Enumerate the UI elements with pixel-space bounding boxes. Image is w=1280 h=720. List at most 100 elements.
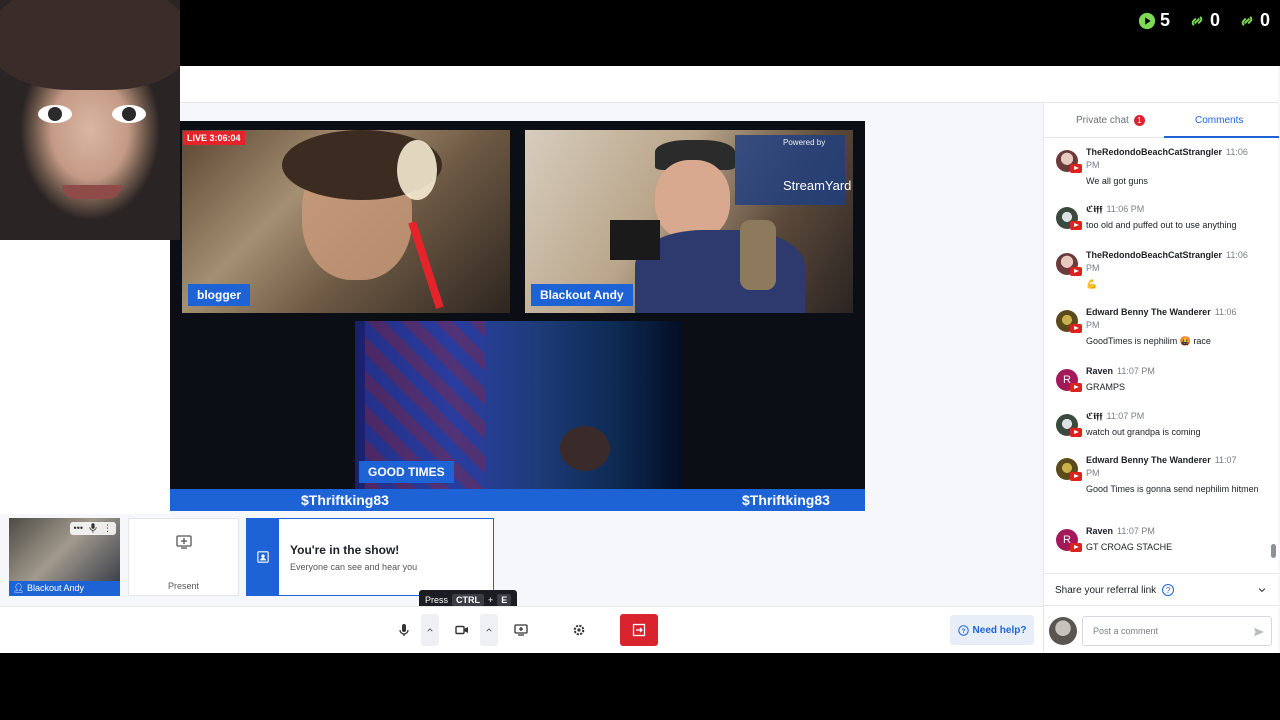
stream-stats: 5 0 0	[1138, 10, 1270, 31]
help-circle-icon: ?	[957, 624, 969, 636]
menu-icon[interactable]: ⋮	[103, 523, 112, 534]
webcam-overlay	[0, 0, 180, 240]
powered-by-text: Powered by	[783, 138, 826, 147]
face-shape	[655, 160, 730, 240]
comment-author-name: Edward Benny The Wanderer	[1086, 307, 1211, 317]
settings-button[interactable]	[565, 614, 593, 646]
eye-shape	[112, 105, 146, 123]
microphone-shape	[740, 220, 776, 290]
tooltip-key-ctrl: CTRL	[452, 593, 485, 606]
comment-time: 11:07 PM	[1117, 366, 1155, 376]
comment-text: GT CROAG STACHE	[1086, 542, 1173, 552]
comment-author-name: Edward Benny The Wanderer	[1086, 455, 1211, 465]
self-card-controls[interactable]: ••• ⋮	[69, 522, 116, 535]
comments-scrollbar[interactable]	[1270, 143, 1276, 558]
present-screen-icon	[175, 535, 192, 549]
youtube-icon	[1070, 164, 1082, 173]
share-screen-button[interactable]	[507, 614, 535, 646]
help-icon[interactable]: ?	[1162, 584, 1175, 596]
mouth-shape	[62, 185, 122, 199]
video-camera-icon	[455, 625, 468, 635]
comment-author-name: ℭ𝖎𝖋𝖋	[1086, 204, 1103, 214]
camera-button[interactable]	[448, 614, 476, 646]
studio-header	[180, 66, 1278, 103]
light-shape	[397, 140, 437, 200]
user-icon: 👤︎	[13, 583, 25, 593]
comment-time-suffix: PM	[1086, 468, 1100, 478]
youtube-icon	[1070, 543, 1082, 552]
streamyard-watermark: StreamYard	[783, 178, 852, 193]
post-comment-input[interactable]: Post a comment	[1082, 616, 1272, 646]
link-icon	[1241, 15, 1253, 26]
active-tab-indicator	[1164, 136, 1279, 138]
mic-options-button[interactable]	[421, 614, 439, 646]
self-name-text: Blackout Andy	[26, 583, 84, 593]
chat-panel: Private chat 1 Comments TheRedondoBeachC…	[1043, 103, 1279, 653]
links-stat-2: 0	[1238, 10, 1270, 31]
post-comment-placeholder: Post a comment	[1093, 626, 1159, 636]
comment-author: TheRedondoBeachCatStrangler 11:06 PM	[1086, 249, 1266, 275]
comment-time-suffix: PM	[1086, 263, 1100, 273]
present-button[interactable]: Present	[128, 518, 239, 596]
tab-comments[interactable]: Comments	[1195, 115, 1243, 126]
comment-author-name: Raven	[1086, 366, 1114, 376]
robe-shape	[635, 230, 805, 313]
chevron-down-icon[interactable]	[1257, 585, 1267, 595]
links-count-2: 0	[1259, 10, 1270, 30]
self-preview-card[interactable]: ••• ⋮ 👤︎ Blackout Andy	[9, 518, 120, 596]
avatar	[1049, 617, 1077, 645]
person-badge-icon	[257, 551, 269, 563]
play-icon	[1138, 12, 1156, 29]
comment-time-suffix: PM	[1086, 160, 1100, 170]
present-label: Present	[167, 581, 200, 591]
mute-button[interactable]	[390, 614, 418, 646]
send-icon[interactable]	[1253, 626, 1265, 638]
banner-text-left: $Thriftking83	[301, 492, 389, 508]
comment-time: 11:07 PM	[1117, 526, 1155, 536]
monitor-shape	[610, 220, 660, 260]
comment-author: TheRedondoBeachCatStrangler 11:06 PM	[1086, 146, 1266, 172]
links-stat-1: 0	[1188, 10, 1220, 31]
chevron-up-icon	[486, 628, 492, 632]
tab-private-chat[interactable]: Private chat 1	[1076, 115, 1145, 126]
leave-studio-button[interactable]	[620, 614, 658, 646]
comment-time: 11:06	[1226, 147, 1248, 157]
need-help-button[interactable]: ? Need help?	[950, 615, 1034, 645]
links-count-1: 0	[1209, 10, 1220, 30]
comment-text: GoodTimes is nephilim 🤬 race	[1086, 336, 1211, 346]
name-tag-blackout-andy: Blackout Andy	[531, 284, 633, 306]
comment-text: Good Times is gonna send nephilim hitmen	[1086, 484, 1259, 494]
self-name-label: 👤︎ Blackout Andy	[9, 581, 120, 596]
youtube-icon	[1070, 324, 1082, 333]
comment-time: 11:07 PM	[1106, 411, 1145, 421]
studio-window: LIVE 3:06:04 blogger Powered by StreamYa…	[0, 66, 1280, 653]
banner-text-right: $Thriftking83	[742, 492, 830, 508]
left-panel	[0, 240, 170, 514]
youtube-icon	[1070, 472, 1082, 481]
comments-list[interactable]: TheRedondoBeachCatStrangler 11:06 PM We all…	[1044, 140, 1269, 558]
scrollbar-thumb[interactable]	[1271, 544, 1276, 558]
present-screen-icon	[514, 624, 528, 636]
comment-author-name: Raven	[1086, 526, 1114, 536]
microphone-icon[interactable]	[89, 523, 97, 533]
camera-options-button[interactable]	[480, 614, 498, 646]
tooltip-press: Press	[425, 594, 449, 605]
comment-author-name: TheRedondoBeachCatStrangler	[1086, 147, 1223, 157]
microphone-icon	[399, 624, 409, 636]
in-show-subtitle: Everyone can see and hear you	[290, 562, 418, 572]
comment-author: Raven 11:07 PM	[1086, 365, 1266, 378]
private-chat-badge: 1	[1133, 115, 1145, 126]
in-show-title: You're in the show!	[290, 543, 400, 557]
youtube-icon	[1070, 221, 1082, 230]
ticker-banner: $Thriftking83 $Thriftking83	[170, 489, 865, 511]
in-show-card: You're in the show! Everyone can see and…	[246, 518, 494, 596]
tab-private-label: Private chat	[1076, 115, 1129, 126]
comment-author: Edward Benny The Wanderer 11:07 PM	[1086, 454, 1266, 480]
name-tag-good-times: GOOD TIMES	[359, 461, 454, 483]
referral-section[interactable]: Share your referral link ?	[1044, 573, 1279, 603]
comment-time: 11:06	[1226, 250, 1248, 260]
comment-text: watch out grandpa is coming	[1086, 427, 1201, 437]
more-icon[interactable]: •••	[74, 523, 83, 534]
youtube-icon	[1070, 383, 1082, 392]
control-bar: ? Need help?	[0, 606, 1043, 653]
